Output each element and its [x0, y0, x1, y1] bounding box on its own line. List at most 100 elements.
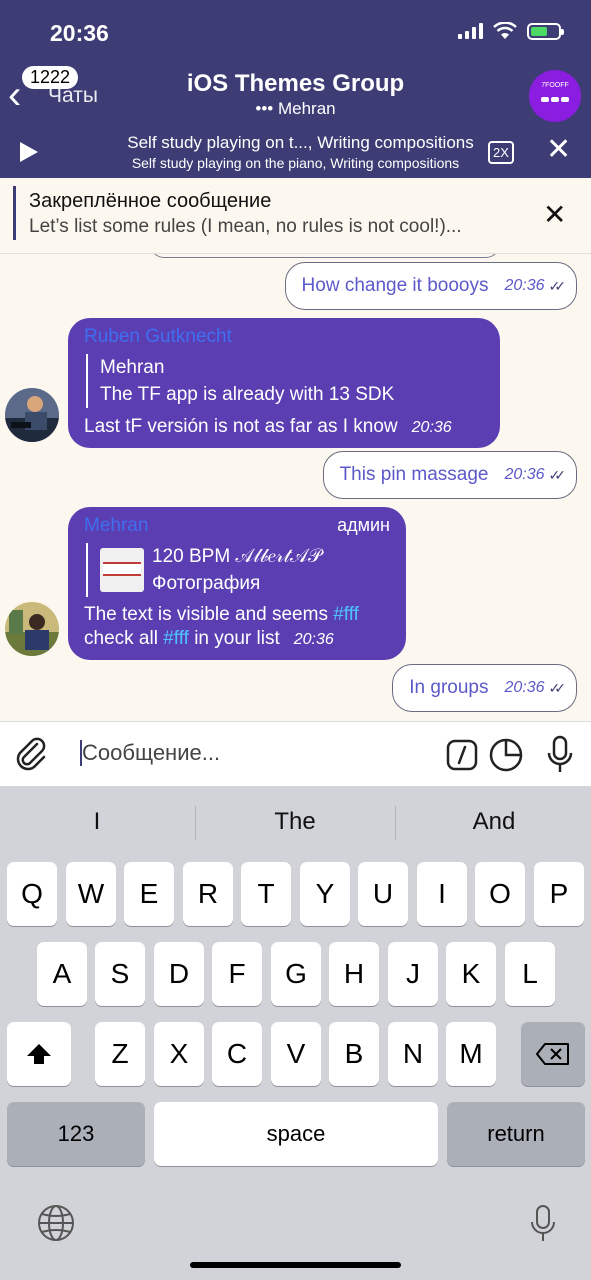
pinned-text: Let’s list some rules (I mean, no rules …: [29, 216, 462, 237]
key[interactable]: O: [475, 862, 525, 926]
key[interactable]: B: [329, 1022, 379, 1086]
shift-key[interactable]: [7, 1022, 71, 1086]
pinned-message[interactable]: Закреплённое сообщение Let’s list some r…: [0, 178, 591, 254]
numbers-key[interactable]: 123: [7, 1102, 145, 1166]
playback-speed-button[interactable]: 2X: [488, 141, 514, 164]
return-key[interactable]: return: [447, 1102, 585, 1166]
message-time: 20:36: [411, 419, 452, 436]
key[interactable]: H: [329, 942, 379, 1006]
music-player-bar[interactable]: Self study playing on t..., Writing comp…: [0, 126, 591, 178]
outgoing-message[interactable]: In groups 20:36 ✓✓: [392, 664, 577, 712]
message-link[interactable]: #fff: [163, 628, 189, 649]
message-time: 20:36: [293, 631, 334, 648]
message-link[interactable]: #fff: [333, 604, 359, 625]
key[interactable]: E: [124, 862, 174, 926]
close-pinned-icon[interactable]: ✕: [543, 198, 566, 231]
microphone-icon[interactable]: [546, 735, 574, 775]
key[interactable]: J: [388, 942, 438, 1006]
key[interactable]: A: [37, 942, 87, 1006]
key[interactable]: T: [241, 862, 291, 926]
read-checks-icon: ✓✓: [548, 277, 567, 294]
read-checks-icon: ✓✓: [548, 466, 567, 483]
message-input-bar: Сообщение...: [0, 721, 591, 786]
group-avatar[interactable]: 7FOOFF: [529, 70, 581, 122]
home-indicator: [190, 1262, 401, 1268]
incoming-message[interactable]: Mehran админ 120 BPM 𝒜𝓁𝒷𝑒𝓇𝓉𝒜𝒫 Фотография…: [68, 507, 406, 660]
message-list[interactable]: How change it boooys 20:36 ✓✓ Ruben Gutk…: [0, 254, 591, 721]
reply-text: Фотография: [152, 573, 261, 594]
key[interactable]: C: [212, 1022, 262, 1086]
sender-name: Ruben Gutknecht: [84, 326, 232, 347]
backspace-key[interactable]: [521, 1022, 585, 1086]
suggestion-divider: [395, 806, 396, 840]
close-icon[interactable]: ✕: [546, 132, 571, 167]
message-time: 20:36: [504, 679, 545, 696]
outgoing-message[interactable]: This pin massage 20:36 ✓✓: [322, 451, 577, 499]
reply-author: 120 BPM 𝒜𝓁𝒷𝑒𝓇𝓉𝒜𝒫: [152, 546, 322, 567]
suggestion[interactable]: I: [2, 808, 192, 836]
avatar[interactable]: [5, 602, 59, 656]
admin-role-label: админ: [337, 515, 390, 535]
message-bubble-partial: [150, 254, 500, 258]
signal-icon: [458, 23, 483, 39]
key[interactable]: Y: [300, 862, 350, 926]
key[interactable]: I: [417, 862, 467, 926]
reply-photo-thumbnail: [100, 548, 144, 592]
message-text: in your list: [188, 628, 280, 649]
message-text: In groups: [409, 677, 489, 698]
key[interactable]: F: [212, 942, 262, 1006]
dictation-microphone-icon[interactable]: [530, 1204, 556, 1244]
chat-title[interactable]: iOS Themes Group: [0, 70, 591, 98]
avatar[interactable]: [5, 388, 59, 442]
key[interactable]: D: [154, 942, 204, 1006]
suggestion[interactable]: And: [399, 808, 589, 836]
key[interactable]: Z: [95, 1022, 145, 1086]
group-avatar-text: 7FOOFF: [541, 82, 569, 89]
pinned-indicator: [13, 186, 16, 240]
key[interactable]: M: [446, 1022, 496, 1086]
message-input[interactable]: Сообщение...: [80, 740, 220, 766]
read-checks-icon: ✓✓: [548, 679, 567, 696]
key[interactable]: K: [446, 942, 496, 1006]
key[interactable]: W: [66, 862, 116, 926]
reply-text: The TF app is already with 13 SDK: [100, 384, 395, 405]
message-text: The text is visible and seems: [84, 604, 334, 625]
space-key[interactable]: space: [154, 1102, 438, 1166]
sender-name: Mehran: [84, 515, 149, 536]
reply-quote[interactable]: 120 BPM 𝒜𝓁𝒷𝑒𝓇𝓉𝒜𝒫 Фотография: [86, 543, 390, 597]
battery-icon: [527, 22, 564, 40]
suggestion[interactable]: The: [200, 808, 390, 836]
message-time: 20:36: [504, 466, 545, 483]
bot-commands-icon[interactable]: [446, 739, 478, 771]
backspace-icon: [536, 1043, 569, 1065]
pinned-title: Закреплённое сообщение: [29, 190, 272, 212]
status-time: 20:36: [50, 20, 109, 46]
key[interactable]: G: [271, 942, 321, 1006]
key[interactable]: U: [358, 862, 408, 926]
key[interactable]: P: [534, 862, 584, 926]
key[interactable]: R: [183, 862, 233, 926]
chat-subtitle: ••• Mehran: [255, 99, 336, 118]
outgoing-message[interactable]: How change it boooys 20:36 ✓✓: [284, 262, 577, 310]
key[interactable]: Q: [7, 862, 57, 926]
message-text: Last tF versión is not as far as I know: [84, 416, 398, 437]
globe-icon[interactable]: [37, 1204, 75, 1242]
keyboard: I The And Q W E R T Y U I O P A S D F G …: [0, 786, 591, 1280]
incoming-message[interactable]: Ruben Gutknecht Mehran The TF app is alr…: [68, 318, 500, 448]
reply-quote[interactable]: Mehran The TF app is already with 13 SDK: [86, 354, 484, 408]
paperclip-icon[interactable]: [14, 736, 48, 772]
reply-author: Mehran: [100, 357, 165, 378]
message-text: How change it boooys: [301, 275, 489, 296]
shift-arrow-icon: [27, 1044, 51, 1064]
sticker-icon[interactable]: [489, 738, 523, 772]
message-text: This pin massage: [339, 464, 489, 485]
key[interactable]: X: [154, 1022, 204, 1086]
key[interactable]: N: [388, 1022, 438, 1086]
key[interactable]: S: [95, 942, 145, 1006]
status-icons: [458, 22, 564, 40]
key[interactable]: L: [505, 942, 555, 1006]
message-time: 20:36: [504, 277, 545, 294]
key[interactable]: V: [271, 1022, 321, 1086]
suggestion-divider: [195, 806, 196, 840]
wifi-icon: [493, 22, 517, 39]
